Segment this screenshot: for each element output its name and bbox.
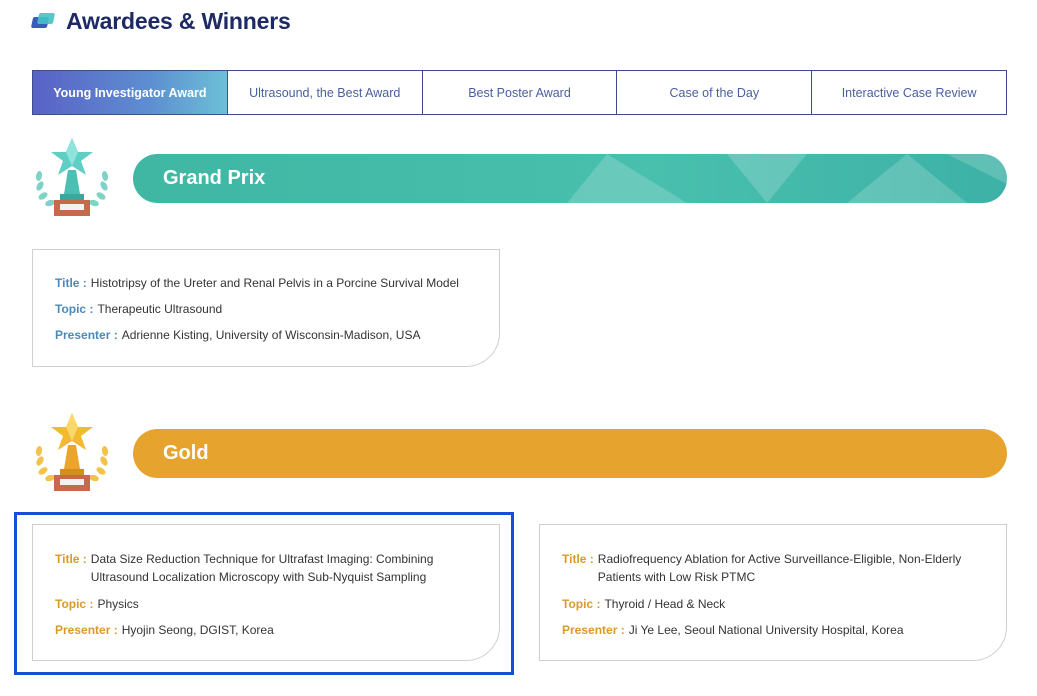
presenter-value: Ji Ye Lee, Seoul National University Hos… — [628, 623, 904, 637]
teal-trophy-icon — [35, 138, 109, 216]
card-title-row: Title : Histotripsy of the Ureter and Re… — [55, 274, 499, 292]
title-label: Title : — [55, 276, 87, 290]
grand-prix-title: Grand Prix — [163, 167, 266, 189]
grand-prix-banner: Grand Prix — [133, 154, 1007, 203]
gold-card-2: Title : Radiofrequency Ablation for Acti… — [539, 524, 1007, 661]
cards-icon — [30, 11, 56, 31]
card-presenter-row: Presenter : Ji Ye Lee, Seoul National Un… — [562, 621, 1006, 639]
presenter-label: Presenter : — [562, 623, 625, 637]
tab-ultrasound-best-award[interactable]: Ultrasound, the Best Award — [226, 71, 422, 114]
title-label: Title : — [562, 552, 594, 566]
presenter-label: Presenter : — [55, 328, 118, 342]
award-tabs: Young Investigator Award Ultrasound, the… — [32, 70, 1007, 115]
tab-case-of-the-day[interactable]: Case of the Day — [616, 71, 812, 114]
title-value: Histotripsy of the Ureter and Renal Pelv… — [90, 276, 459, 290]
title-line-2: Patients with Low Risk PTMC — [597, 570, 756, 584]
card-presenter-row: Presenter : Adrienne Kisting, University… — [55, 326, 499, 344]
title-line-1: Radiofrequency Ablation for Active Surve… — [597, 552, 962, 566]
topic-value: Therapeutic Ultrasound — [97, 302, 223, 316]
title-value: Radiofrequency Ablation for Active Surve… — [598, 550, 962, 586]
card-title-row: Title : Radiofrequency Ablation for Acti… — [562, 550, 1006, 586]
selection-highlight — [14, 512, 514, 675]
page-header: Awardees & Winners — [30, 6, 291, 36]
card-topic-row: Topic : Thyroid / Head & Neck — [562, 595, 1006, 613]
topic-value: Thyroid / Head & Neck — [604, 597, 726, 611]
gold-title: Gold — [163, 442, 209, 464]
gold-banner: Gold — [133, 429, 1007, 478]
page-title: Awardees & Winners — [66, 7, 291, 34]
grand-prix-card: Title : Histotripsy of the Ureter and Re… — [32, 249, 500, 367]
banner-pattern-decoration — [567, 154, 1007, 203]
topic-label: Topic : — [562, 597, 601, 611]
topic-label: Topic : — [55, 302, 94, 316]
gold-trophy-icon — [35, 413, 109, 491]
presenter-value: Adrienne Kisting, University of Wisconsi… — [121, 328, 421, 342]
tab-best-poster-award[interactable]: Best Poster Award — [421, 71, 617, 114]
card-topic-row: Topic : Therapeutic Ultrasound — [55, 300, 499, 318]
tab-interactive-case-review[interactable]: Interactive Case Review — [811, 71, 1006, 114]
tab-young-investigator-award[interactable]: Young Investigator Award — [33, 71, 227, 114]
